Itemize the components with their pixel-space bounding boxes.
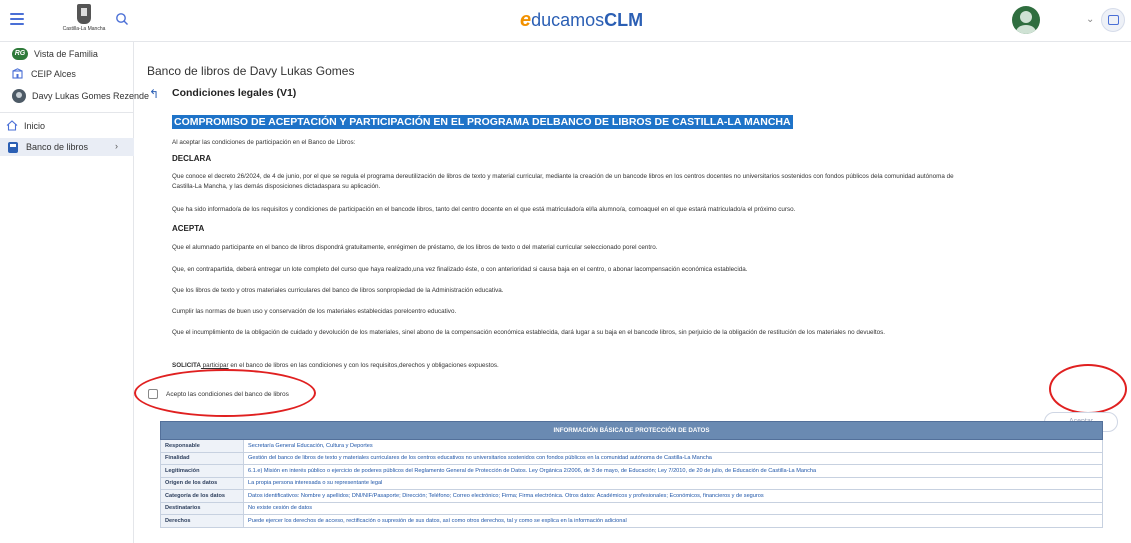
back-arrow-icon[interactable]: ↰	[149, 87, 159, 101]
main-content: Banco de libros de Davy Lukas Gomes ↰ Co…	[134, 42, 1131, 543]
section-title: Condiciones legales (V1)	[172, 87, 297, 99]
table-value: Gestión del banco de libros de texto y m…	[243, 451, 1103, 465]
student-item[interactable]: Davy Lukas Gomes Rezende	[12, 89, 149, 103]
declara-heading: DECLARA	[172, 154, 212, 163]
acepta-paragraph-1: Que el alumnado participante en el banco…	[172, 244, 658, 251]
home-icon	[6, 120, 18, 131]
table-row: Origen de los datos La propia persona int…	[160, 476, 1103, 490]
solicita-underlined: participar	[200, 362, 229, 369]
sidebar-item-banco-de-libros[interactable]: Banco de libros ›	[0, 138, 134, 156]
acepta-paragraph-5: Que el incumplimiento de la obligación d…	[172, 329, 886, 336]
table-row: Categoría de los datos Datos identificati…	[160, 489, 1103, 503]
user-avatar[interactable]	[1012, 6, 1040, 34]
acepta-paragraph-4: Cumplir las normas de buen uso y conserv…	[172, 308, 457, 315]
table-key: Legitimación	[160, 464, 244, 478]
crest-icon	[77, 4, 91, 24]
table-value: 6.1.e) Misión en interés público o ejerc…	[243, 464, 1103, 478]
school-item[interactable]: CEIP Alces	[12, 68, 76, 79]
table-row: Finalidad Gestión del banco de libros de …	[160, 451, 1103, 465]
intro-text: Al aceptar las condiciones de participac…	[172, 139, 356, 146]
table-row: Legitimación 6.1.e) Misión en interés púb…	[160, 464, 1103, 478]
solicita-paragraph: SOLICITA participar en el banco de libro…	[172, 361, 972, 371]
solicita-keyword: SOLICITA	[172, 362, 201, 369]
data-protection-table: INFORMACIÓN BÁSICA DE PROTECCIÓN DE DATO…	[160, 421, 1103, 528]
solicita-rest: en el banco de libros en las condiciones…	[228, 362, 499, 369]
student-label: Davy Lukas Gomes Rezende	[32, 91, 150, 101]
table-key: Responsable	[160, 439, 244, 453]
school-label: CEIP Alces	[31, 68, 76, 79]
table-value: Puede ejercer los derechos de acceso, re…	[243, 514, 1103, 528]
sidebar-item-label: Inicio	[24, 120, 46, 131]
panel-icon	[1108, 15, 1119, 25]
book-icon	[8, 141, 18, 153]
declara-paragraph-2: Que ha sido informado/a de los requisito…	[172, 206, 796, 213]
sidebar: RG Vista de Familia CEIP Alces Davy Luka…	[0, 42, 149, 543]
table-value: Secretaría General Educación, Cultura y …	[243, 439, 1103, 453]
sidebar-item-label: Banco de libros	[26, 142, 89, 152]
accept-conditions-label[interactable]: Acepto las condiciones del banco de libr…	[166, 391, 289, 398]
family-badge: RG	[12, 48, 28, 60]
table-row: Destinatarios No existe cesión de datos	[160, 501, 1103, 515]
table-value: No existe cesión de datos	[243, 501, 1103, 515]
search-icon[interactable]	[115, 12, 129, 26]
castilla-la-mancha-logo[interactable]: Castilla-La Mancha	[58, 4, 110, 38]
accept-conditions-checkbox[interactable]	[148, 389, 158, 399]
table-value: Datos identificativos: Nombre y apellido…	[243, 489, 1103, 503]
table-key: Destinatarios	[160, 501, 244, 515]
sidebar-divider	[0, 112, 134, 113]
student-avatar	[12, 89, 26, 103]
side-panel-button[interactable]	[1101, 8, 1125, 32]
school-icon	[12, 68, 23, 79]
top-header: Castilla-La Mancha educamosCLM ⌄	[0, 0, 1131, 42]
table-value: La propia persona interesada o su repres…	[243, 476, 1103, 490]
acepta-paragraph-2: Que, en contrapartida, deberá entregar u…	[172, 266, 748, 273]
declara-paragraph-1: Que conoce el decreto 26/2024, de 4 de j…	[172, 173, 954, 190]
table-row: Derechos Puede ejercer los derechos de ac…	[160, 514, 1103, 528]
educamosclm-logo[interactable]: educamosCLM	[520, 9, 643, 33]
chevron-down-icon[interactable]: ⌄	[1086, 14, 1094, 25]
acepta-paragraph-3: Que los libros de texto y otros material…	[172, 287, 504, 294]
family-view-item[interactable]: RG Vista de Familia	[12, 48, 98, 60]
table-row: Responsable Secretaría General Educación,…	[160, 439, 1103, 453]
page-title: Banco de libros de Davy Lukas Gomes	[147, 64, 355, 78]
table-key: Origen de los datos	[160, 476, 244, 490]
chevron-right-icon: ›	[115, 141, 118, 151]
accept-conditions-row[interactable]: Acepto las condiciones del banco de libr…	[148, 388, 289, 400]
data-protection-title: INFORMACIÓN BÁSICA DE PROTECCIÓN DE DATO…	[160, 421, 1103, 440]
document-heading: COMPROMISO DE ACEPTACIÓN Y PARTICIPACIÓN…	[172, 115, 793, 129]
sidebar-item-inicio[interactable]: Inicio	[6, 120, 45, 131]
table-key: Finalidad	[160, 451, 244, 465]
red-highlight-oval	[1049, 364, 1127, 414]
family-view-label: Vista de Familia	[34, 49, 98, 59]
table-key: Categoría de los datos	[160, 489, 244, 503]
table-key: Derechos	[160, 514, 244, 528]
collapse-menu-icon[interactable]	[10, 13, 24, 25]
acepta-heading: ACEPTA	[172, 224, 205, 233]
